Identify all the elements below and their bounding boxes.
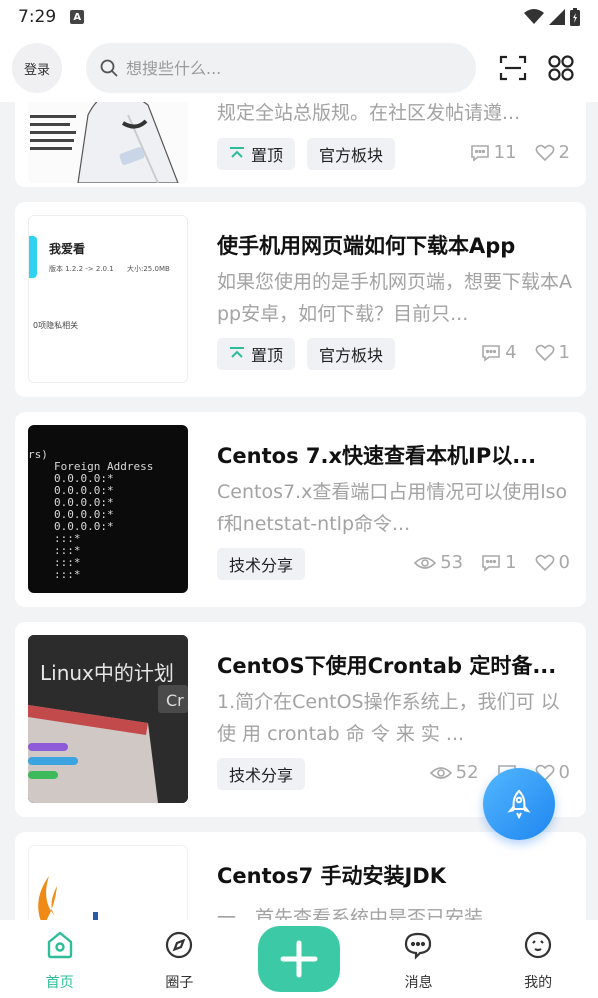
comment-count: 11 (470, 142, 517, 163)
like-count[interactable]: 0 (535, 552, 570, 573)
rocket-icon (507, 789, 531, 819)
post-tags: 技术分享 (217, 548, 306, 580)
search-input[interactable] (126, 58, 426, 78)
post-excerpt: 1.简介在CentOS操作系统上，我们可 以 使 用 crontab 命 令 来… (217, 691, 560, 745)
like-count[interactable]: 1 (535, 342, 570, 363)
comment-icon (482, 554, 500, 572)
app-version: 版本 1.2.2 -> 2.0.1 (49, 265, 114, 273)
post-excerpt: Centos7.x查看端口占用情况可以使用lsof和netstat-ntlp命令… (217, 481, 568, 535)
tag-pinned[interactable]: 置顶 (217, 138, 296, 170)
chat-icon (404, 932, 431, 960)
app-accent-bar (29, 236, 37, 278)
post-title[interactable]: Centos 7.x快速查看本机IP以... (217, 440, 573, 470)
post-thumbnail (28, 102, 188, 183)
post-title[interactable]: CentOS下使用Crontab 定时备... (217, 650, 573, 680)
view-count: 53 (414, 552, 463, 573)
comment-icon (470, 144, 489, 162)
search-icon (100, 59, 118, 77)
post-thumbnail (28, 845, 188, 920)
rocket-fab-button[interactable] (483, 768, 555, 840)
nav-label: 我的 (524, 975, 553, 991)
anime-character-image (28, 102, 188, 183)
heart-icon (535, 554, 554, 571)
post-thumbnail: 我爱看 版本 1.2.2 -> 2.0.1 大小:25.0MB 0项隐私相关 (28, 215, 188, 383)
scan-button[interactable] (498, 53, 528, 83)
nav-label: 首页 (45, 975, 74, 991)
post-stats: 53 1 0 (414, 552, 570, 573)
app-privacy-note: 0项隐私相关 (33, 321, 79, 330)
java-logo-image (38, 876, 98, 920)
nav-messages[interactable]: 消息 (359, 920, 479, 998)
profile-icon (525, 931, 552, 959)
post-thumbnail: rs) Foreign Address 0.0.0.0:* 0.0.0.0:* … (28, 425, 188, 593)
like-count[interactable]: 2 (535, 142, 570, 163)
post-tags: 置顶 官方板块 (217, 338, 396, 370)
comment-icon (482, 344, 500, 362)
comment-count: 1 (481, 552, 517, 573)
tag-tech-share[interactable]: 技术分享 (217, 548, 306, 580)
notification-a-icon: A (70, 10, 85, 24)
scan-icon (499, 55, 527, 81)
login-button[interactable]: 登录 (12, 43, 62, 93)
status-time: 7:29 (18, 7, 57, 27)
post-stats: 4 1 (481, 342, 570, 363)
top-bar: 登录 (0, 34, 598, 102)
tag-official[interactable]: 官方板块 (307, 338, 396, 370)
view-count: 52 (429, 762, 479, 783)
eye-icon (414, 556, 437, 569)
heart-icon (535, 144, 554, 161)
status-bar: 7:29 A (0, 0, 598, 34)
tag-label: 置顶 (251, 346, 284, 365)
plus-icon (280, 940, 318, 978)
nav-home[interactable]: 首页 (0, 920, 120, 998)
pin-top-icon (230, 147, 244, 158)
post-tags: 置顶 官方板块 (217, 138, 396, 170)
battery-icon (570, 8, 580, 26)
comment-count: 4 (481, 342, 517, 363)
post-excerpt: 规定全站总版规。在社区发帖请遵... (217, 102, 521, 124)
eye-icon (429, 766, 452, 779)
nav-label: 圈子 (165, 975, 194, 991)
tag-tech-share[interactable]: 技术分享 (217, 758, 306, 790)
post-excerpt: 一、首先查看系统中是否已安装 (217, 907, 484, 920)
pin-top-icon (230, 347, 244, 358)
compass-icon (166, 931, 193, 959)
home-icon (47, 931, 72, 959)
nav-circle[interactable]: 圈子 (120, 920, 240, 998)
post-tags: 技术分享 (217, 758, 306, 790)
thumb-caption: Linux中的计划 (40, 661, 174, 685)
post-title[interactable]: Centos7 手动安装JDK (217, 860, 573, 890)
thumb-badge: Cr (166, 691, 184, 710)
tag-pinned[interactable]: 置顶 (217, 338, 296, 370)
heart-icon (535, 344, 554, 361)
nav-label: 消息 (404, 975, 433, 991)
post-stats: 11 2 (470, 142, 570, 163)
search-bar[interactable] (86, 43, 476, 93)
tag-official[interactable]: 官方板块 (307, 138, 396, 170)
add-post-button[interactable] (258, 926, 340, 992)
apps-button[interactable] (546, 53, 576, 83)
bottom-nav: 首页 圈子 消息 我的 (0, 920, 598, 998)
post-excerpt: 如果您使用的是手机网页端，想要下载本App安卓，如何下载？目前只... (217, 271, 572, 325)
wifi-icon (524, 9, 544, 24)
post-thumbnail: Linux中的计划 Cr (28, 635, 188, 803)
signal-icon (549, 9, 565, 25)
post-title[interactable]: 使手机用网页端如何下载本App (217, 230, 573, 260)
apps-grid-icon (548, 55, 574, 81)
tag-label: 置顶 (251, 146, 284, 165)
post-card[interactable]: 规定全站总版规。在社区发帖请遵... 置顶 官方板块 11 2 (15, 102, 586, 187)
status-icons (524, 8, 580, 26)
terminal-paren: rs) (28, 448, 48, 461)
post-card[interactable]: 我爱看 版本 1.2.2 -> 2.0.1 大小:25.0MB 0项隐私相关 使… (15, 202, 586, 397)
terminal-line: :::* (54, 568, 81, 581)
post-card[interactable]: rs) Foreign Address 0.0.0.0:* 0.0.0.0:* … (15, 412, 586, 607)
post-card[interactable]: Centos7 手动安装JDK 一、首先查看系统中是否已安装 (15, 832, 586, 920)
app-size: 大小:25.0MB (127, 265, 170, 273)
app-name: 我爱看 (49, 242, 86, 256)
nav-profile[interactable]: 我的 (478, 920, 598, 998)
